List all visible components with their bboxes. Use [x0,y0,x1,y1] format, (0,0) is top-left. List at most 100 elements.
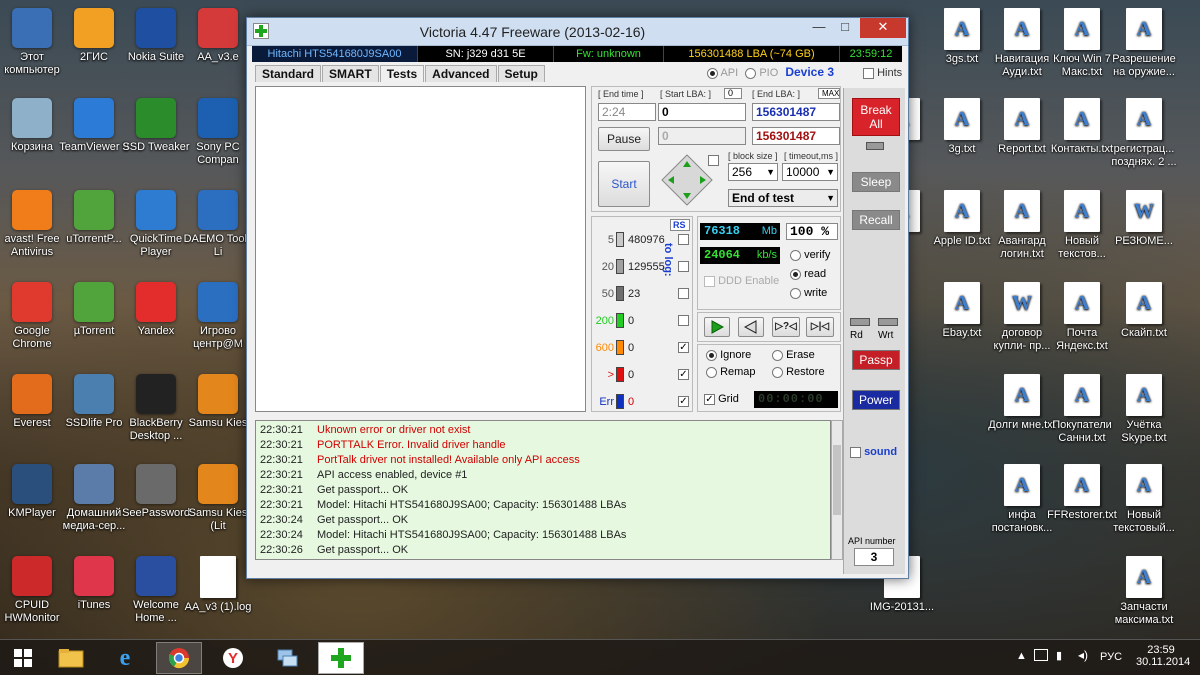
desktop-icon-resume[interactable]: W РЕЗЮМЕ... [1106,190,1182,248]
end-time-input[interactable]: 2:24 [598,103,656,121]
desktop-icon-permit[interactable]: A Разрешение на оружие... [1106,8,1182,79]
event-log[interactable]: 22:30:21 Uknown error or driver not exist… [255,420,831,560]
close-button[interactable]: ✕ [860,18,906,38]
rs-button[interactable]: RS [670,219,690,231]
skip-unknown-button[interactable]: ▷?◁ [772,317,800,337]
desktop-icon-games[interactable]: Игрово центр@M [180,282,256,351]
sleep-button[interactable]: Sleep [852,172,900,192]
block-size-select[interactable]: 256 ▼ [728,163,778,181]
start-lba-reset[interactable]: 0 [724,88,742,99]
network-icon[interactable] [264,642,310,674]
ddd-enable[interactable]: DDD Enable [704,275,779,287]
tray-chevron-icon[interactable]: ▲ [1016,650,1027,662]
read-radio[interactable] [790,268,801,280]
power-button[interactable]: Power [852,390,900,410]
stat-log-checkbox[interactable] [678,288,689,299]
write-option[interactable]: write [790,287,827,299]
break-all-button[interactable]: Break All [852,98,900,136]
yandex-icon[interactable]: Y [210,642,256,674]
end-lba-max-button[interactable]: MAX [818,88,840,99]
desktop-icon-new-text2[interactable]: A Новый текстовый... [1106,464,1182,535]
grid-checkbox[interactable]: ✓ [704,393,715,405]
windows-start-icon[interactable] [0,642,46,674]
desktop-icon-aa-log[interactable]: AA_v3 (1).log [180,556,256,614]
desktop-icon-samsung-kies[interactable]: Samsu Kies [180,374,256,430]
end-action-select[interactable]: End of test ▼ [728,189,838,207]
log-scrollbar[interactable] [831,420,843,560]
stat-log-checkbox[interactable]: ✓ [678,342,689,353]
restore-radio[interactable] [772,366,783,378]
start-lba-input[interactable]: 0 [658,103,746,121]
hints-checkbox[interactable] [863,67,874,79]
log-entry: 22:30:24 Model: Hitachi HTS541680J9SA00; … [260,528,830,543]
api-radio[interactable] [707,67,718,79]
stat-log-checkbox[interactable]: ✓ [678,369,689,380]
language-indicator[interactable]: РУС [1100,651,1122,663]
desktop-icon-skype-acc[interactable]: A Учётка Skype.txt [1106,374,1182,445]
minimize-button[interactable]: — [806,18,832,38]
flag-icon[interactable] [1034,649,1048,661]
skip-end-button[interactable]: ▷|◁ [806,317,834,337]
verify-option[interactable]: verify [790,249,830,261]
stat-log-checkbox[interactable]: ✓ [678,396,689,407]
tab-advanced[interactable]: Advanced [425,65,497,82]
direction-pad[interactable] [660,153,714,207]
remap-option[interactable]: Remap [706,366,756,378]
scan-area[interactable] [255,86,586,412]
desktop-icon-aa-v3[interactable]: AA_v3.e [180,8,256,64]
stat-threshold: 5 [607,234,614,246]
tab-smart[interactable]: SMART [322,65,379,82]
write-radio[interactable] [790,287,801,299]
ddd-checkbox[interactable] [704,275,715,287]
folder-icon[interactable] [48,642,94,674]
log-time: 22:30:26 [260,544,303,556]
battery-icon[interactable]: ▮ [1056,649,1062,662]
erase-radio[interactable] [772,349,783,361]
remap-radio[interactable] [706,366,717,378]
log-time: 22:30:21 [260,499,303,511]
direction-checkbox[interactable] [708,155,719,166]
api-number-input[interactable]: 3 [854,548,894,566]
grid-toggle[interactable]: ✓ Grid [704,393,739,405]
stat-log-checkbox[interactable] [678,234,689,245]
desktop-icon-skype[interactable]: A Скайп.txt [1106,282,1182,340]
volume-icon[interactable]: ◂) [1078,648,1088,662]
sound-toggle[interactable]: sound [850,446,897,458]
stat-log-checkbox[interactable] [678,315,689,326]
maximize-button[interactable]: □ [832,18,858,38]
desktop-icon-sony[interactable]: Sony PC Compan [180,98,256,167]
ignore-option[interactable]: Ignore [706,349,751,361]
chrome-icon[interactable] [156,642,202,674]
sound-checkbox[interactable] [850,446,861,458]
passp-button[interactable]: Passp [852,350,900,370]
desktop-icon-kies-lite[interactable]: Samsu Kies (Lit [180,464,256,533]
play-button[interactable] [704,317,730,337]
ignore-radio[interactable] [706,349,717,361]
rewind-button[interactable] [738,317,764,337]
hints-toggle[interactable]: Hints [863,67,902,79]
read-option[interactable]: read [790,268,826,280]
txt-file-icon: A [1064,190,1100,232]
tab-setup[interactable]: Setup [497,65,545,82]
tab-standard[interactable]: Standard [255,65,322,82]
desktop-icon-max-notes[interactable]: A Запчасти максима.txt [1106,556,1182,627]
pause-button[interactable]: Pause [598,127,650,151]
tab-tests[interactable]: Tests [379,65,425,82]
victoria-icon[interactable] [318,642,364,674]
pio-radio[interactable] [745,67,757,79]
end-lba-input[interactable]: 156301487 [752,103,840,121]
recall-button[interactable]: Recall [852,210,900,230]
title-bar[interactable]: Victoria 4.47 Freeware (2013-02-16) — □ … [247,18,908,46]
timeout-select[interactable]: 10000 ▼ [782,163,838,181]
start-button[interactable]: Start [598,161,650,207]
tray-clock[interactable]: 23:59 30.11.2014 [1136,644,1190,668]
desktop-icon-daemon[interactable]: DAEMO Tools Li [180,190,256,259]
desktop-icon-register[interactable]: Aрегистрац... позднях. 2 ... [1106,98,1182,169]
log-scroll-thumb[interactable] [833,445,841,515]
stat-log-checkbox[interactable] [678,261,689,272]
device-label[interactable]: Device 3 [785,65,834,79]
verify-radio[interactable] [790,249,801,261]
restore-option[interactable]: Restore [772,366,825,378]
ie-icon[interactable]: e [102,642,148,674]
erase-option[interactable]: Erase [772,349,815,361]
